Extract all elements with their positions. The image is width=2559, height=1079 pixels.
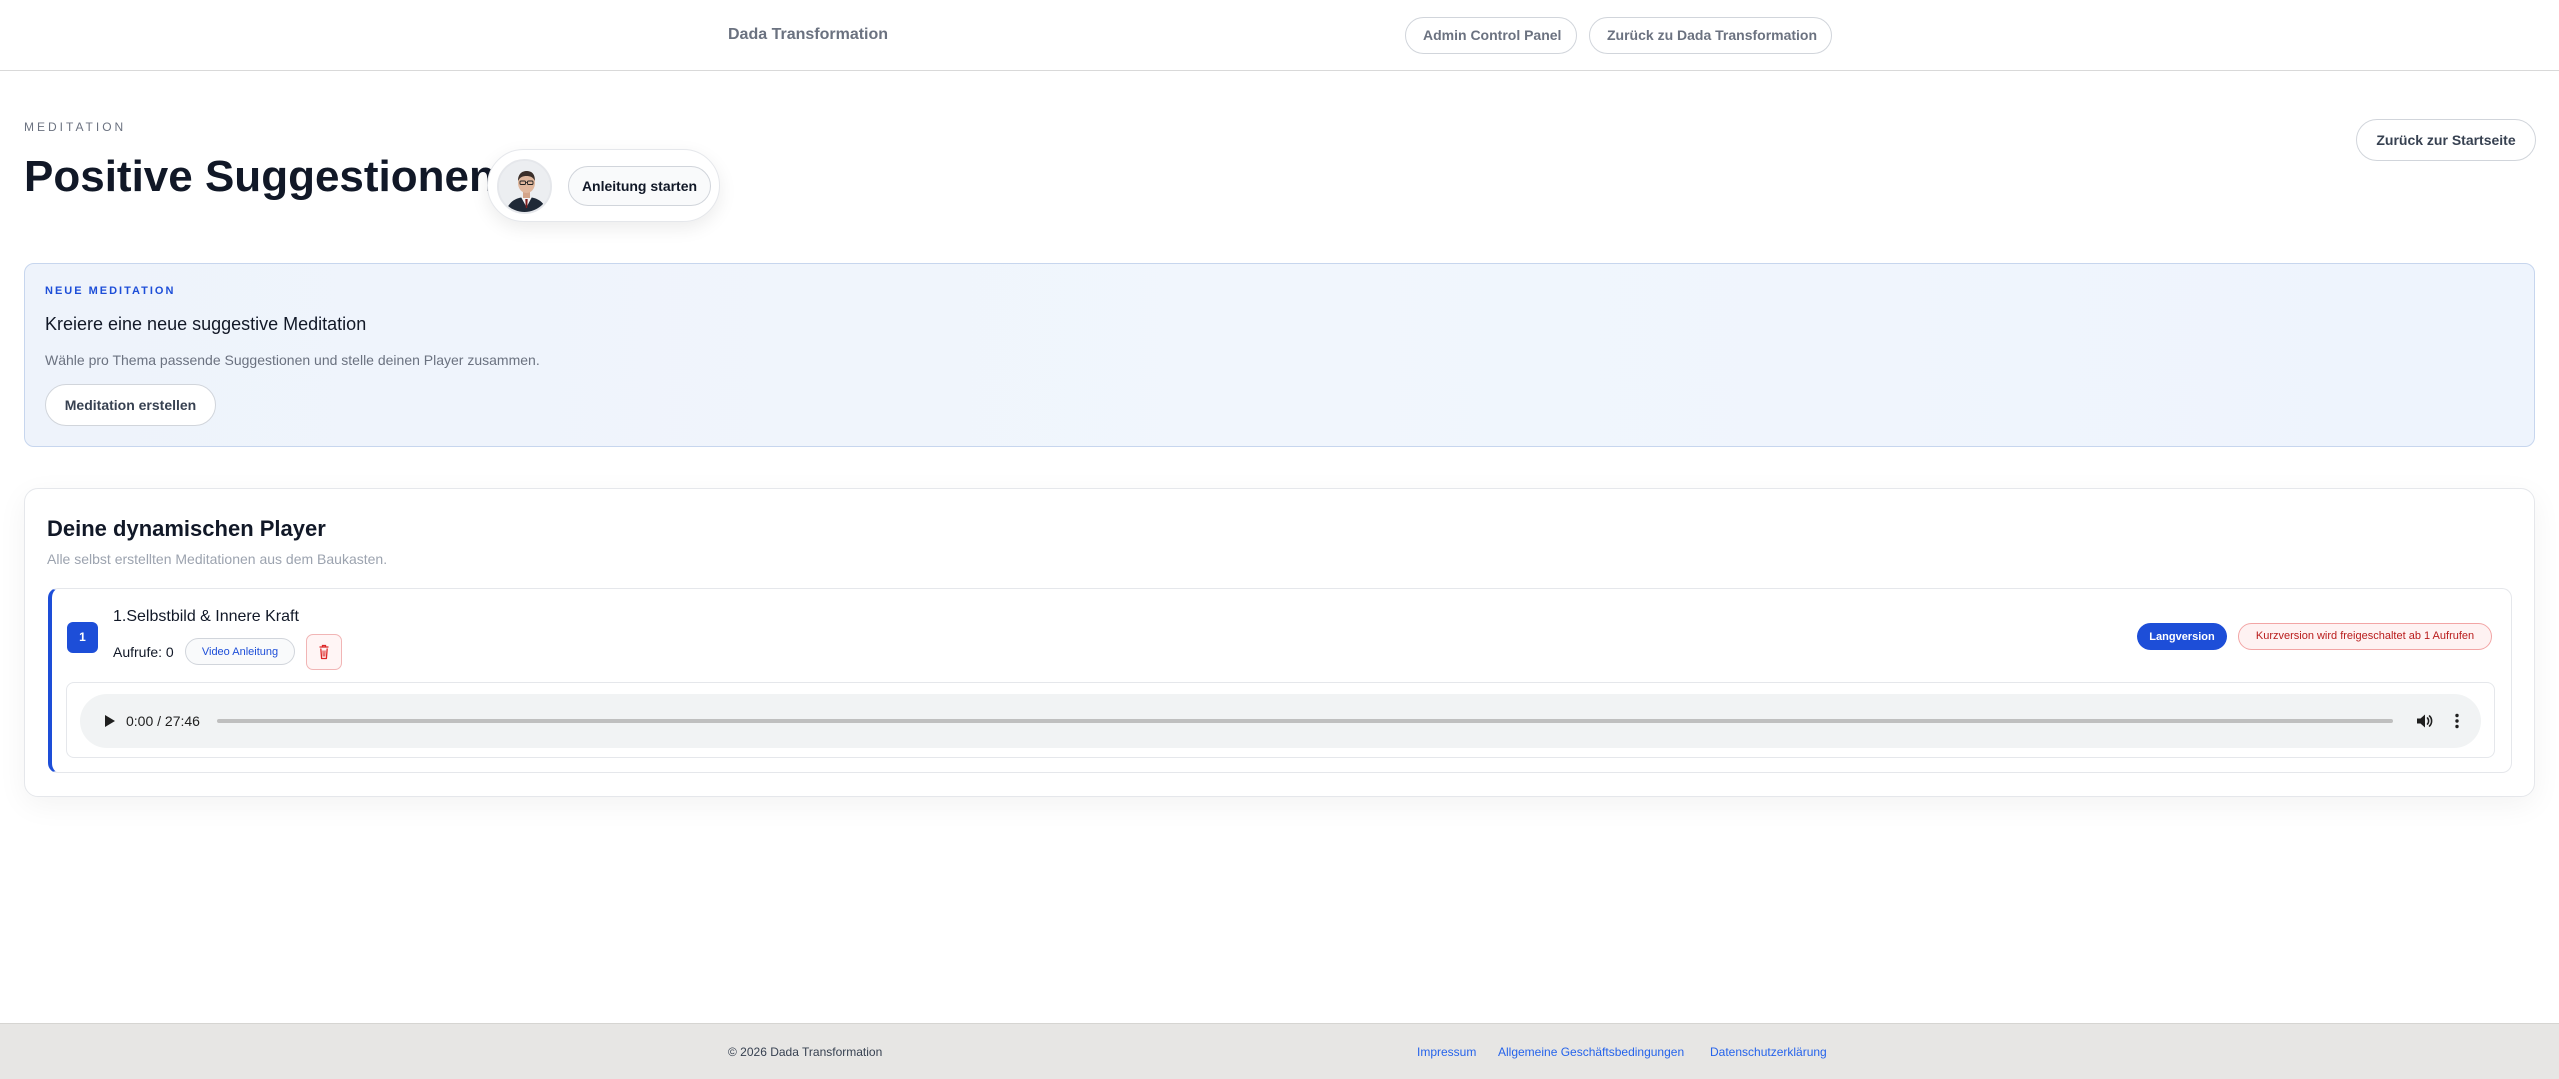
volume-button[interactable] [2411, 708, 2437, 734]
page-title: Positive Suggestionen [24, 152, 496, 201]
avatar [497, 159, 552, 214]
more-options-button[interactable] [2444, 708, 2470, 734]
player-item: 1 1.Selbstbild & Innere Kraft Aufrufe: 0… [48, 588, 2512, 773]
new-meditation-description: Wähle pro Thema passende Suggestionen un… [45, 352, 540, 368]
players-card: Deine dynamischen Player Alle selbst ers… [24, 488, 2535, 797]
delete-player-button[interactable] [306, 634, 342, 670]
new-meditation-eyebrow: NEUE MEDITATION [45, 285, 176, 297]
more-vertical-icon [2455, 713, 2459, 729]
audio-player: 0:00 / 27:46 [80, 694, 2481, 748]
player-number-badge: 1 [67, 622, 98, 653]
player-title: 1.Selbstbild & Innere Kraft [113, 608, 299, 625]
players-subtitle: Alle selbst erstellten Meditationen aus … [47, 551, 388, 567]
volume-icon [2417, 714, 2433, 728]
footer-link-impressum[interactable]: Impressum [1417, 1045, 1476, 1059]
short-version-notice: Kurzversion wird freigeschaltet ab 1 Auf… [2238, 623, 2492, 650]
footer-link-privacy[interactable]: Datenschutzerklärung [1710, 1045, 1827, 1059]
audio-progress-bar[interactable] [217, 719, 2393, 723]
new-meditation-title: Kreiere eine neue suggestive Meditation [45, 314, 367, 334]
back-to-dada-button[interactable]: Zurück zu Dada Transformation [1589, 17, 1832, 54]
create-meditation-button[interactable]: Meditation erstellen [45, 384, 216, 426]
audio-player-container: 0:00 / 27:46 [66, 682, 2495, 758]
page-eyebrow: MEDITATION [24, 120, 127, 134]
long-version-button[interactable]: Langversion [2137, 623, 2227, 650]
players-title: Deine dynamischen Player [47, 516, 326, 541]
trash-icon [319, 644, 329, 660]
player-views-count: Aufrufe: 0 [113, 644, 174, 660]
avatar-portrait-icon [499, 161, 550, 212]
footer-link-agb[interactable]: Allgemeine Geschäftsbedingungen [1498, 1045, 1684, 1059]
back-to-home-button[interactable]: Zurück zur Startseite [2356, 119, 2536, 161]
start-guide-button[interactable]: Anleitung starten [568, 166, 711, 206]
play-icon [105, 715, 115, 727]
guide-widget: Anleitung starten [487, 149, 720, 222]
top-navigation: Dada Transformation Admin Control Panel … [0, 0, 2559, 71]
admin-control-panel-button[interactable]: Admin Control Panel [1405, 17, 1577, 54]
copyright-text: © 2026 Dada Transformation [728, 1045, 883, 1059]
new-meditation-card: NEUE MEDITATION Kreiere eine neue sugges… [24, 263, 2535, 447]
audio-time: 0:00 / 27:46 [126, 713, 200, 729]
play-button[interactable] [96, 708, 122, 734]
brand-name[interactable]: Dada Transformation [728, 26, 888, 44]
footer: © 2026 Dada Transformation Impressum All… [0, 1023, 2559, 1079]
video-guide-button[interactable]: Video Anleitung [185, 638, 295, 665]
